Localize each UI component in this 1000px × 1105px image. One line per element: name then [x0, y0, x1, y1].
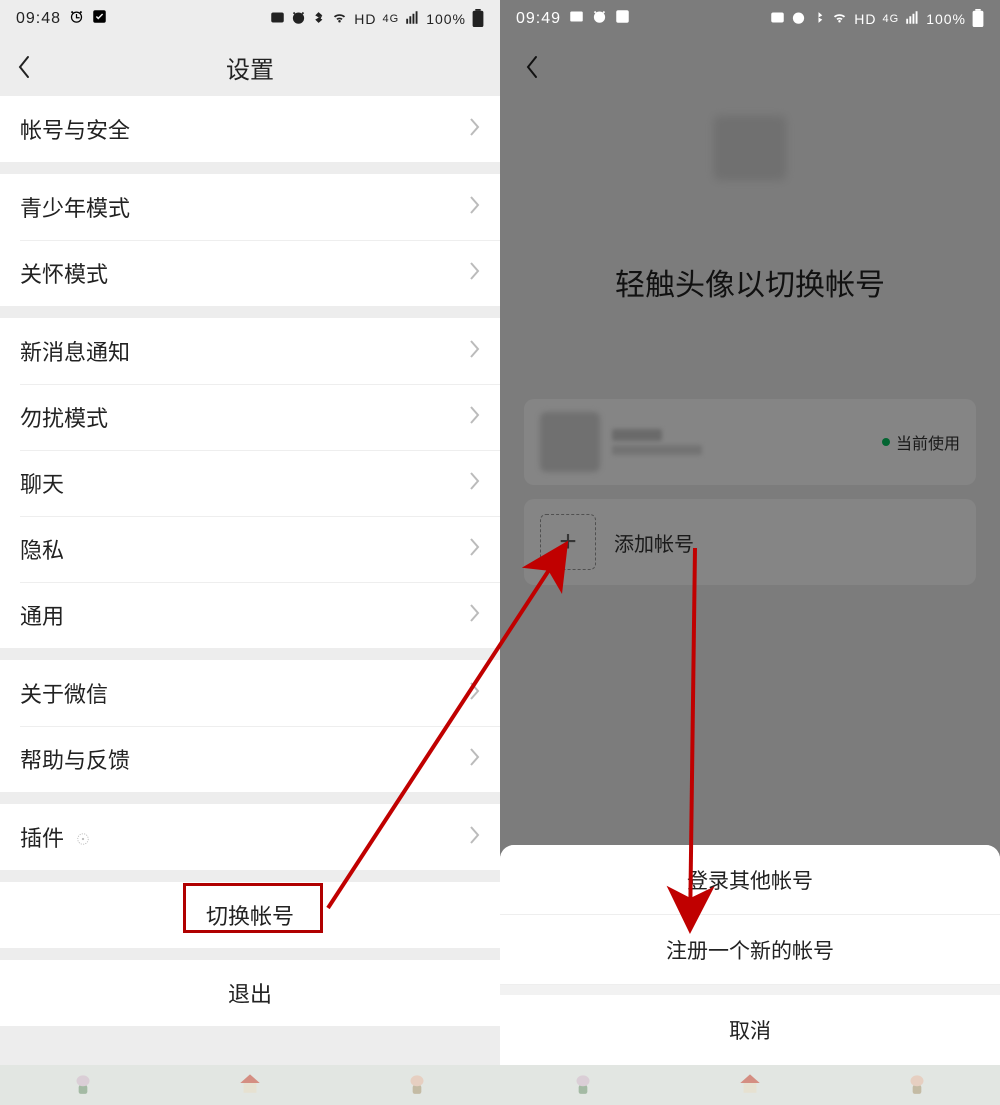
row-label: 聊天	[20, 467, 64, 499]
row-plugins[interactable]: 插件	[0, 804, 500, 870]
wifi-icon	[331, 10, 348, 28]
wifi-icon	[831, 10, 848, 28]
alarm-icon	[592, 9, 607, 29]
action-sheet: 登录其他帐号 注册一个新的帐号 取消	[500, 845, 1000, 1065]
chevron-right-icon	[470, 746, 480, 772]
row-switch-account[interactable]: 切换帐号	[0, 882, 500, 948]
current-badge: 当前使用	[882, 430, 960, 454]
row-label: 勿扰模式	[20, 401, 108, 433]
header	[500, 38, 1000, 96]
row-general[interactable]: 通用	[0, 582, 500, 648]
status-bar: 09:48 HD 4G 100%	[0, 0, 500, 38]
alarm-icon	[291, 10, 306, 28]
switch-title: 轻触头像以切换帐号	[615, 260, 885, 304]
bluetooth-icon	[312, 10, 325, 28]
chevron-right-icon	[470, 404, 480, 430]
settings-screen: 09:48 HD 4G 100% 设置 帐号与安	[0, 0, 500, 1105]
header: 设置	[0, 38, 500, 96]
row-chat[interactable]: 聊天	[0, 450, 500, 516]
row-notifications[interactable]: 新消息通知	[0, 318, 500, 384]
status-hd: HD	[854, 11, 876, 27]
row-dnd[interactable]: 勿扰模式	[0, 384, 500, 450]
back-button[interactable]	[0, 38, 48, 96]
chevron-right-icon	[470, 470, 480, 496]
row-label: 插件	[20, 821, 90, 853]
page-title: 设置	[0, 50, 500, 85]
chevron-right-icon	[470, 824, 480, 850]
status-dot-icon	[882, 438, 890, 446]
row-about[interactable]: 关于微信	[0, 660, 500, 726]
chevron-right-icon	[470, 680, 480, 706]
row-label: 帮助与反馈	[20, 743, 130, 775]
image-icon	[569, 9, 584, 29]
account-avatar	[540, 412, 600, 472]
row-label: 青少年模式	[20, 191, 130, 223]
flower-icon-2	[904, 1070, 930, 1101]
row-label: 关怀模式	[20, 257, 108, 289]
flower-icon	[570, 1070, 596, 1101]
check-icon	[92, 9, 107, 29]
battery-icon	[472, 9, 484, 30]
voice-icon	[770, 10, 785, 28]
add-account-card[interactable]: + 添加帐号	[524, 499, 976, 585]
back-button[interactable]	[508, 38, 556, 96]
bluetooth-icon	[812, 10, 825, 28]
status-battery: 100%	[926, 11, 966, 27]
bottom-dock	[0, 1065, 500, 1105]
avatar-placeholder	[714, 116, 786, 180]
bottom-dock	[500, 1065, 1000, 1105]
row-label: 通用	[20, 599, 64, 631]
signal-bars-icon	[405, 10, 420, 28]
check-icon	[615, 9, 630, 29]
home-icon	[237, 1070, 263, 1101]
alarm-icon	[69, 9, 84, 29]
sheet-cancel[interactable]: 取消	[500, 995, 1000, 1065]
row-help-feedback[interactable]: 帮助与反馈	[0, 726, 500, 792]
chevron-right-icon	[470, 536, 480, 562]
status-bar: 09:49 HD 4G 100%	[500, 0, 1000, 38]
row-logout[interactable]: 退出	[0, 960, 500, 1026]
status-time: 09:48	[16, 10, 61, 28]
account-info	[612, 429, 702, 455]
alarm-icon	[791, 10, 806, 28]
status-battery: 100%	[426, 11, 466, 27]
home-icon	[737, 1070, 763, 1101]
row-label: 退出	[228, 977, 272, 1009]
status-hd: HD	[354, 11, 376, 27]
add-account-label: 添加帐号	[614, 528, 694, 557]
row-label: 新消息通知	[20, 335, 130, 367]
row-care-mode[interactable]: 关怀模式	[0, 240, 500, 306]
signal-bars-icon	[905, 10, 920, 28]
current-account-card[interactable]: 当前使用	[524, 399, 976, 485]
flower-icon	[70, 1070, 96, 1101]
voice-icon	[270, 10, 285, 28]
row-privacy[interactable]: 隐私	[0, 516, 500, 582]
row-label: 切换帐号	[206, 899, 294, 931]
row-label: 隐私	[20, 533, 64, 565]
chevron-right-icon	[470, 338, 480, 364]
switch-account-screen: 09:49 HD 4G 100% 轻触头像以切换帐号	[500, 0, 1000, 1105]
row-label: 帐号与安全	[20, 113, 130, 145]
battery-icon	[972, 9, 984, 30]
status-signal: 4G	[383, 13, 400, 25]
chevron-right-icon	[470, 116, 480, 142]
flower-icon-2	[404, 1070, 430, 1101]
plus-icon: +	[540, 514, 596, 570]
sheet-register-new[interactable]: 注册一个新的帐号	[500, 915, 1000, 985]
chevron-right-icon	[470, 194, 480, 220]
plugin-badge-icon	[76, 826, 90, 851]
chevron-right-icon	[470, 260, 480, 286]
status-time: 09:49	[516, 10, 561, 28]
status-signal: 4G	[883, 13, 900, 25]
chevron-right-icon	[470, 602, 480, 628]
row-label: 关于微信	[20, 677, 108, 709]
row-account-security[interactable]: 帐号与安全	[0, 96, 500, 162]
sheet-login-other[interactable]: 登录其他帐号	[500, 845, 1000, 915]
row-youth-mode[interactable]: 青少年模式	[0, 174, 500, 240]
